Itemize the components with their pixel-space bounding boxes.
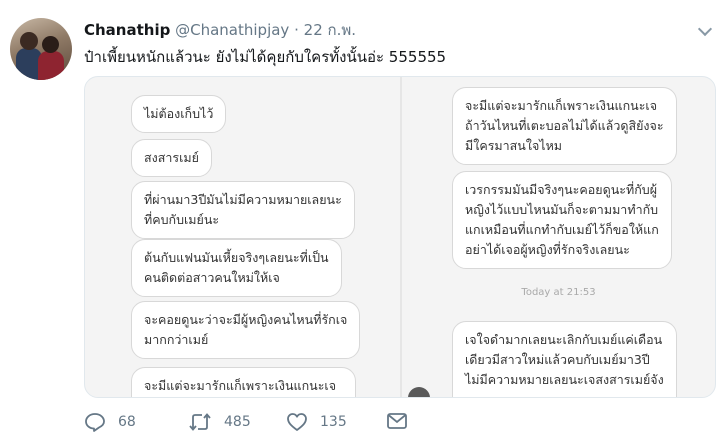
chat-bubble: เจใจดำมากเลยนะเลิกกับเมย์แค่เดือน เดียวม… bbox=[452, 321, 677, 397]
chat-bubble: เวรกรรมมันมีจริงๆนะคอยดูนะที่กับผู้ หญิง… bbox=[452, 171, 672, 269]
chevron-down-icon[interactable] bbox=[697, 21, 713, 37]
retweet-button[interactable]: 485 bbox=[188, 412, 251, 432]
chat-bubble: ไม่ต้องเก็บไว้ bbox=[131, 95, 227, 133]
heart-icon bbox=[286, 412, 308, 432]
reply-count: 68 bbox=[118, 414, 136, 430]
like-button[interactable]: 135 bbox=[286, 412, 347, 432]
avatar-person-2-head bbox=[42, 36, 59, 53]
chat-bubble: สงสารเมย์ bbox=[131, 139, 212, 177]
chat-bubble: จะมีแต่จะมารักแก็เพราะเงินแกนะเจ ถ้าวันไ… bbox=[452, 87, 677, 165]
chat-column-left: ไม่ต้องเก็บไว้ สงสารเมย์ ที่ผ่านมา3ปีมัน… bbox=[85, 77, 400, 397]
chat-column-right: จะมีแต่จะมารักแก็เพราะเงินแกนะเจ ถ้าวันไ… bbox=[402, 77, 715, 397]
chat-bubble: ต้นกับแฟนมันเหี้ยจริงๆเลยนะที่เป็น คนติด… bbox=[131, 239, 342, 297]
chat-bubble: ที่ผ่านมา3ปีมันไม่มีความหมายเลยนะ ที่คบก… bbox=[131, 181, 355, 239]
tweet-date[interactable]: 22 ก.พ. bbox=[304, 21, 356, 39]
tweet-media-image[interactable]: ไม่ต้องเก็บไว้ สงสารเมย์ ที่ผ่านมา3ปีมัน… bbox=[84, 76, 716, 398]
avatar-person-1-head bbox=[20, 32, 38, 50]
chat-bubble: จะมีแต่จะมารักแก็เพราะเงินแกนะเจ ถ้าวันไ… bbox=[131, 367, 356, 397]
tweet-text: ป๋าเพี้ยนหนักแล้วนะ ยังไม่ได้คุยกับใครทั… bbox=[84, 48, 447, 66]
display-name[interactable]: Chanathip bbox=[84, 21, 170, 39]
separator-dot: · bbox=[294, 21, 299, 39]
profile-avatar[interactable] bbox=[10, 18, 72, 80]
retweet-count: 485 bbox=[224, 414, 251, 430]
tweet-header: Chanathip @Chanathipjay · 22 ก.พ. bbox=[84, 20, 356, 40]
user-handle[interactable]: @Chanathipjay bbox=[175, 21, 289, 39]
direct-message-button[interactable] bbox=[386, 412, 408, 430]
avatar-person-2 bbox=[38, 51, 64, 80]
tweet-actions: 68 485 135 bbox=[84, 410, 684, 440]
reply-button[interactable]: 68 bbox=[84, 412, 136, 432]
retweet-icon bbox=[188, 412, 212, 432]
reply-icon bbox=[84, 412, 106, 432]
chat-sender-avatar bbox=[408, 387, 430, 397]
chat-bubble: จะคอยดูนะว่าจะมีผู้หญิงคนไหนที่รักเจ มาก… bbox=[131, 301, 361, 359]
chat-timestamp: Today at 21:53 bbox=[521, 287, 596, 298]
like-count: 135 bbox=[320, 414, 347, 430]
envelope-icon bbox=[386, 412, 408, 430]
